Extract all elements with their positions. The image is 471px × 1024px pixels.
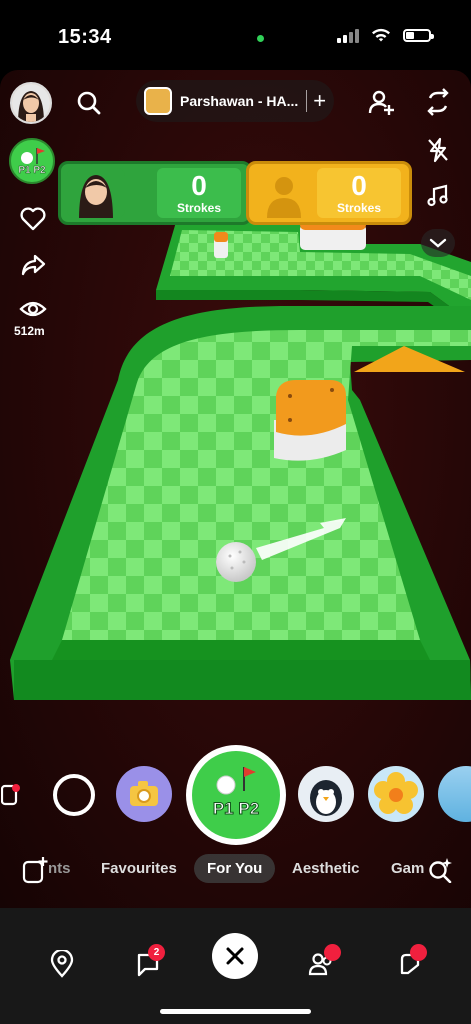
status-time: 15:34: [58, 26, 112, 48]
lens-name: Parshawan - HA...: [180, 93, 299, 109]
penguin-lens-icon: [310, 780, 342, 816]
camera-lens-icon: [130, 781, 158, 806]
flower-lens-icon: [374, 772, 418, 814]
lens-category-tabs[interactable]: nts Favourites For You Aesthetic Gam: [0, 850, 471, 894]
profile-avatar[interactable]: [10, 82, 52, 124]
view-count: 512m: [14, 324, 45, 338]
flip-camera-icon[interactable]: [422, 86, 454, 118]
player2-score-label: Strokes: [336, 201, 382, 215]
main-course: [10, 305, 471, 700]
lens-camera-filter[interactable]: [116, 766, 172, 822]
player1-score: 0: [191, 170, 207, 201]
golf-lens-icon: [192, 751, 280, 839]
search-icon[interactable]: [72, 86, 106, 120]
player1-scorecard: 0 Strokes: [58, 161, 252, 225]
status-bar: 15:34: [0, 0, 471, 70]
player2-avatar: [255, 168, 313, 218]
camera-in-use-indicator: [257, 35, 264, 42]
add-lens-button[interactable]: +: [313, 90, 326, 112]
active-lens-chip[interactable]: Parshawan - HA... +: [136, 80, 334, 122]
map-icon[interactable]: [36, 938, 88, 990]
selected-lens-label: P1 P2: [212, 799, 260, 819]
lens-game-badge[interactable]: P1 P2: [9, 138, 55, 184]
signal-icon: [337, 28, 359, 43]
memories-icon[interactable]: [0, 780, 22, 810]
player2-score-box: 0 Strokes: [317, 168, 401, 218]
selected-lens-golf[interactable]: P1 P2: [186, 745, 286, 845]
tab-aesthetic[interactable]: Aesthetic: [292, 860, 360, 877]
create-lens-icon[interactable]: [20, 854, 50, 886]
player2-scorecard: 0 Strokes: [246, 161, 412, 225]
add-friend-icon[interactable]: [366, 86, 398, 118]
tab-events[interactable]: nts: [48, 860, 71, 877]
status-icons: [337, 28, 434, 43]
player1-score-label: Strokes: [176, 201, 222, 215]
tab-for-you[interactable]: For You: [194, 854, 276, 883]
wifi-icon: [372, 28, 390, 42]
chevron-down-icon[interactable]: [421, 229, 455, 257]
bitmoji-avatar-icon: [12, 84, 50, 122]
share-icon[interactable]: [18, 250, 48, 280]
lens-flower[interactable]: [368, 766, 424, 822]
chat-badge: 2: [148, 944, 165, 961]
capture-ring[interactable]: [53, 774, 95, 816]
close-lens-button[interactable]: [212, 933, 258, 979]
flash-off-icon[interactable]: [424, 136, 452, 164]
lens-badge-label: P1 P2: [18, 165, 46, 177]
eye-icon: [18, 296, 48, 322]
friends-badge: [324, 944, 341, 961]
player2-score: 0: [351, 170, 367, 201]
battery-icon: [403, 29, 434, 42]
close-icon: [226, 947, 244, 965]
player1-avatar: [67, 168, 125, 218]
stories-badge: [410, 944, 427, 961]
home-indicator: [160, 1009, 311, 1014]
heart-icon[interactable]: [18, 204, 48, 234]
tab-favourites[interactable]: Favourites: [101, 860, 177, 877]
chat-icon[interactable]: 2: [122, 938, 174, 990]
friends-icon[interactable]: [296, 938, 348, 990]
music-icon[interactable]: [424, 182, 452, 210]
lens-chip-divider: [306, 90, 308, 112]
player1-score-box: 0 Strokes: [157, 168, 241, 218]
tab-games[interactable]: Gam: [391, 860, 424, 877]
lens-search-icon[interactable]: [424, 854, 456, 886]
lens-thumbnail: [144, 87, 172, 115]
lens-penguin[interactable]: [298, 766, 354, 822]
stories-icon[interactable]: [384, 938, 436, 990]
